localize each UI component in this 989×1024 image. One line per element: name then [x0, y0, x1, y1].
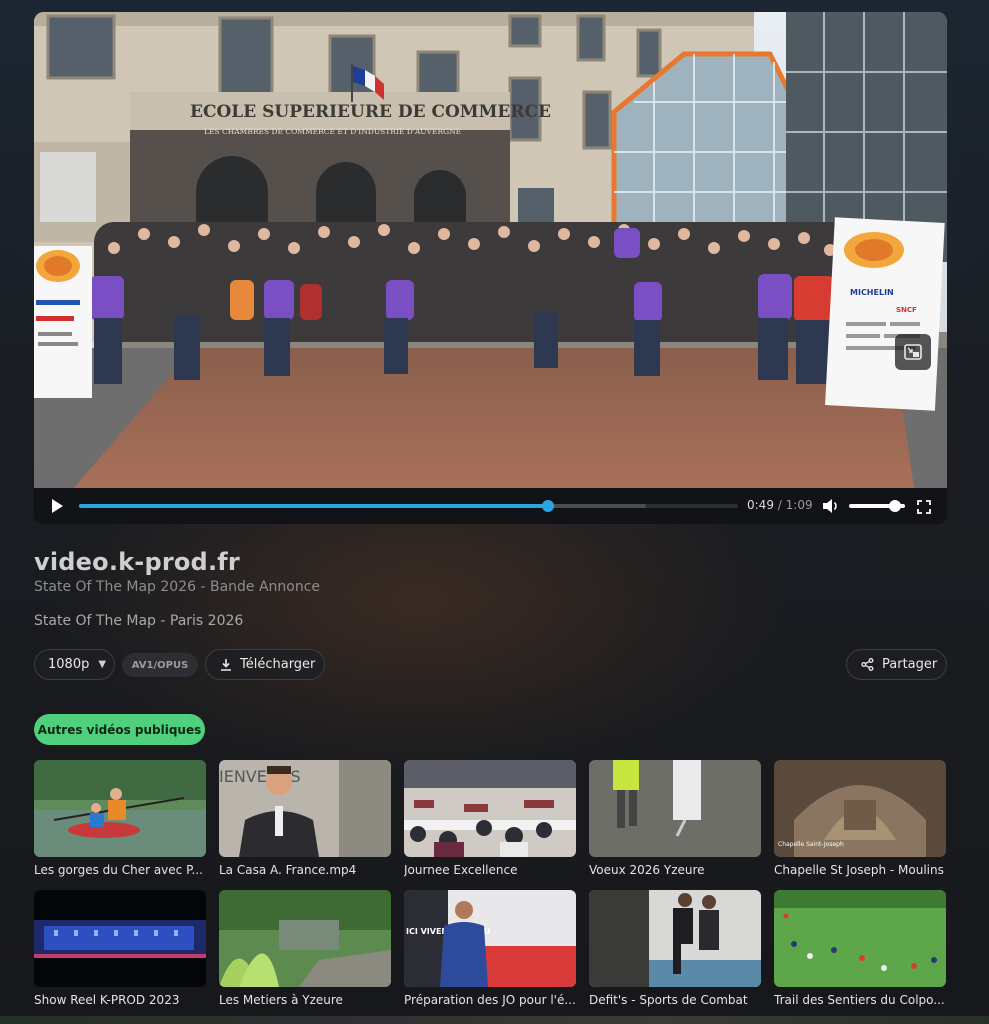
player-controls: 0:49 / 1:09: [34, 488, 947, 524]
video-thumbnail[interactable]: [589, 760, 761, 857]
thumbnail-overlay-text: Chapelle Saint-Joseph: [778, 841, 844, 848]
video-card[interactable]: Trail des Sentiers du Colpo...: [774, 890, 946, 1007]
video-frame[interactable]: ECOLE SUPERIEURE DE COMMERCE LES CHAMBRE…: [34, 12, 947, 488]
video-card[interactable]: Les Metiers à Yzeure: [219, 890, 391, 1007]
video-thumbnail[interactable]: [589, 890, 761, 987]
picture-in-picture-icon: [904, 344, 922, 360]
video-thumbnail[interactable]: Chapelle Saint-Joseph: [774, 760, 946, 857]
volume-icon: [823, 499, 837, 513]
building-sign-text: ECOLE SUPERIEURE DE COMMERCE: [190, 102, 551, 122]
time-separator: /: [777, 498, 782, 512]
chevron-down-icon: ▼: [98, 659, 107, 670]
section-tab-public-videos[interactable]: Autres vidéos publiques: [34, 714, 205, 745]
sponsor-banner-right: MICHELIN SNCF: [825, 217, 945, 411]
progress-thumb[interactable]: [542, 500, 555, 512]
share-label: Partager: [882, 657, 938, 672]
download-icon: [220, 658, 232, 671]
video-card[interactable]: Voeux 2026 Yzeure: [589, 760, 761, 877]
play-icon: [52, 499, 63, 513]
picture-in-picture-button[interactable]: [895, 334, 931, 370]
video-card-title: Journee Excellence: [404, 863, 518, 877]
video-card[interactable]: Defit's - Sports de Combat: [589, 890, 761, 1007]
current-time: 0:49: [747, 498, 774, 512]
video-card-title: La Casa A. France.mp4: [219, 863, 357, 877]
building-subsign-text: LES CHAMBRES DE COMMERCE ET D'INDUSTRIE …: [204, 127, 461, 136]
quality-select[interactable]: 1080p ▼: [34, 649, 115, 680]
video-card[interactable]: ICI VIVENT LES JEU Préparation des JO po…: [404, 890, 576, 1007]
sponsor-banner-left: [34, 246, 92, 398]
video-thumbnail[interactable]: [34, 890, 206, 987]
quality-value: 1080p: [48, 657, 90, 672]
video-thumbnail[interactable]: ICI VIVENT LES JEU: [404, 890, 576, 987]
video-still-illustration: ECOLE SUPERIEURE DE COMMERCE LES CHAMBRE…: [34, 12, 947, 488]
video-description: State Of The Map - Paris 2026: [34, 613, 244, 629]
video-card[interactable]: Journee Excellence: [404, 760, 576, 877]
progress-played: [79, 504, 549, 508]
video-card[interactable]: Chapelle Saint-Joseph Chapelle St Joseph…: [774, 760, 946, 877]
video-card[interactable]: IENVENUS La Casa A. France.mp4: [219, 760, 391, 877]
banner-brand-text: SNCF: [896, 306, 917, 314]
video-player[interactable]: ECOLE SUPERIEURE DE COMMERCE LES CHAMBRE…: [34, 12, 947, 524]
next-row-peek: [0, 1016, 989, 1024]
codec-badge: AV1/OPUS: [122, 653, 198, 677]
time-display: 0:49 / 1:09: [747, 498, 813, 512]
duration: 1:09: [785, 498, 813, 512]
download-button[interactable]: Télécharger: [205, 649, 325, 680]
site-title: video.k-prod.fr: [34, 548, 240, 576]
video-card-title: Show Reel K-PROD 2023: [34, 993, 180, 1007]
video-thumbnail[interactable]: [219, 890, 391, 987]
video-card-title: Defit's - Sports de Combat: [589, 993, 748, 1007]
video-card-title: Préparation des JO pour l'é...: [404, 993, 576, 1007]
video-card[interactable]: Les gorges du Cher avec P...: [34, 760, 206, 877]
video-thumbnail[interactable]: [404, 760, 576, 857]
download-label: Télécharger: [240, 657, 316, 672]
progress-bar[interactable]: [79, 500, 738, 512]
video-card[interactable]: Show Reel K-PROD 2023: [34, 890, 206, 1007]
video-card-title: Chapelle St Joseph - Moulins: [774, 863, 944, 877]
video-title: State Of The Map 2026 - Bande Annonce: [34, 579, 321, 595]
video-card-title: Les Metiers à Yzeure: [219, 993, 343, 1007]
video-thumbnail[interactable]: IENVENUS: [219, 760, 391, 857]
share-icon: [861, 658, 874, 671]
video-thumbnail[interactable]: [774, 890, 946, 987]
share-button[interactable]: Partager: [846, 649, 947, 680]
banner-brand-text: MICHELIN: [850, 288, 894, 297]
volume-thumb[interactable]: [888, 500, 901, 512]
video-card-title: Trail des Sentiers du Colpo...: [774, 993, 945, 1007]
fullscreen-button[interactable]: [917, 499, 931, 514]
video-card-title: Les gorges du Cher avec P...: [34, 863, 203, 877]
play-button[interactable]: [48, 497, 66, 515]
mute-button[interactable]: [822, 498, 840, 514]
video-card-title: Voeux 2026 Yzeure: [589, 863, 705, 877]
video-thumbnail[interactable]: [34, 760, 206, 857]
fullscreen-icon: [917, 500, 931, 514]
